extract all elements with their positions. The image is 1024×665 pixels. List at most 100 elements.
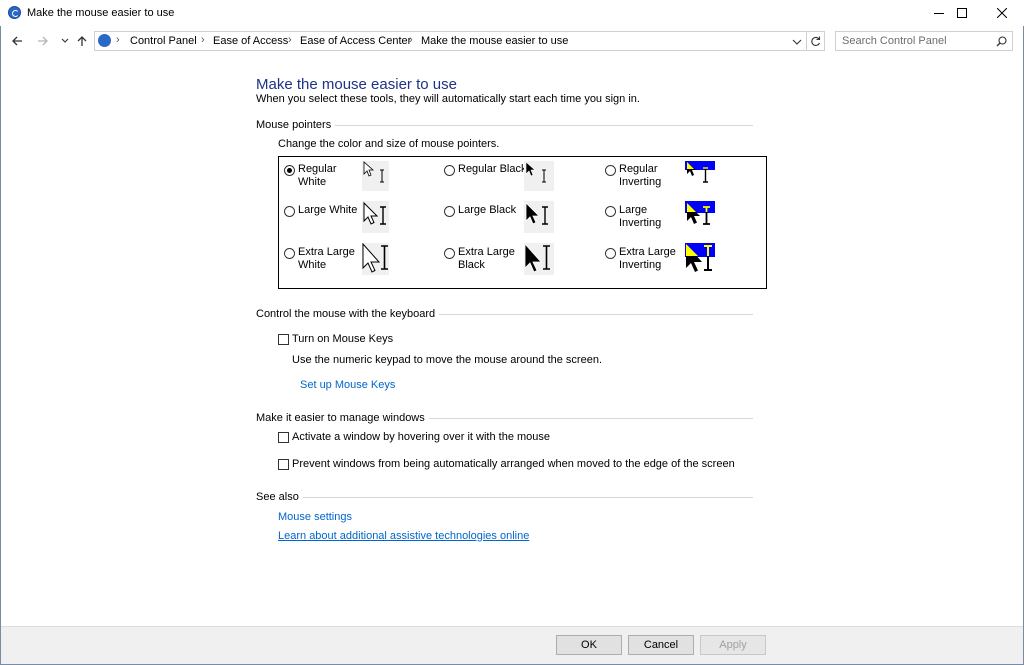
address-dropdown-button[interactable] — [792, 37, 802, 49]
text-cursor-icon — [542, 169, 546, 183]
mouse-keys-label[interactable]: Turn on Mouse Keys — [292, 333, 393, 345]
prevent-snap-label[interactable]: Prevent windows from being automatically… — [292, 458, 735, 470]
keyboard-heading: Control the mouse with the keyboard — [256, 308, 440, 320]
prevent-snap-checkbox[interactable] — [278, 459, 289, 470]
ok-button[interactable]: OK — [556, 635, 622, 655]
address-bar[interactable]: › Control Panel › Ease of Access › Ease … — [94, 31, 807, 51]
text-cursor-icon — [542, 206, 548, 225]
pointer-option-extra-large-black[interactable]: Extra Large Black — [444, 242, 594, 284]
refresh-button[interactable] — [807, 31, 825, 51]
breadcrumb-separator-icon: › — [116, 34, 120, 46]
hover-activate-label[interactable]: Activate a window by hovering over it wi… — [292, 431, 550, 443]
title-bar[interactable]: Make the mouse easier to use — [0, 0, 1024, 26]
pointer-scheme-group: Regular White Regular Black Regular Inve… — [278, 156, 767, 289]
refresh-icon — [811, 36, 821, 46]
option-label: Inverting — [619, 217, 662, 229]
text-cursor-icon — [380, 206, 386, 225]
extra-large-black-pointer-preview — [524, 242, 554, 275]
breadcrumb-separator-icon: › — [288, 34, 292, 46]
maximize-icon — [957, 8, 967, 18]
mouse-pointers-description: Change the color and size of mouse point… — [278, 138, 500, 150]
option-label: Extra Large — [458, 246, 515, 258]
text-cursor-icon — [380, 169, 384, 183]
cancel-button[interactable]: Cancel — [628, 635, 694, 655]
recent-locations-button[interactable] — [57, 33, 73, 49]
chevron-down-icon — [61, 38, 69, 43]
mouse-settings-link[interactable]: Mouse settings — [278, 511, 352, 523]
pointer-option-large-white[interactable]: Large White — [284, 201, 434, 242]
close-icon — [997, 8, 1007, 18]
text-cursor-icon — [543, 245, 550, 270]
arrow-cursor-icon — [525, 202, 540, 225]
large-white-pointer-preview — [362, 201, 389, 233]
hover-activate-checkbox[interactable] — [278, 432, 289, 443]
option-label: Inverting — [619, 259, 662, 271]
mouse-pointers-heading: Mouse pointers — [256, 119, 336, 131]
option-label: White — [298, 176, 327, 188]
breadcrumb-separator-icon: › — [409, 34, 413, 46]
close-button[interactable] — [979, 0, 1024, 26]
radio-large-white[interactable] — [284, 206, 295, 217]
pointer-option-extra-large-inverting[interactable]: Extra Large Inverting — [605, 243, 755, 284]
regular-inverting-pointer-preview — [685, 161, 715, 191]
option-label: Extra Large — [619, 246, 676, 258]
setup-mouse-keys-link[interactable]: Set up Mouse Keys — [300, 379, 395, 391]
breadcrumb-separator-icon: › — [201, 34, 205, 46]
radio-large-inverting[interactable] — [605, 206, 616, 217]
option-label: Black — [458, 259, 485, 271]
extra-large-inverting-pointer-preview — [685, 243, 715, 275]
mouse-keys-checkbox[interactable] — [278, 334, 289, 345]
breadcrumb-ease-of-access[interactable]: Ease of Access — [213, 35, 288, 47]
option-label: Regular — [619, 163, 658, 175]
apply-button[interactable]: Apply — [700, 635, 766, 655]
arrow-up-icon — [77, 36, 87, 46]
radio-extra-large-white[interactable] — [284, 248, 295, 259]
radio-extra-large-inverting[interactable] — [605, 248, 616, 259]
search-box[interactable] — [835, 31, 1013, 51]
arrow-left-icon — [12, 36, 22, 46]
assistive-technologies-link[interactable]: Learn about additional assistive technol… — [278, 530, 529, 542]
window-title: Make the mouse easier to use — [27, 7, 175, 19]
page-subtitle: When you select these tools, they will a… — [256, 93, 640, 105]
radio-large-black[interactable] — [444, 206, 455, 217]
arrow-cursor-icon — [524, 242, 542, 273]
option-label: White — [298, 259, 327, 271]
breadcrumb-ease-of-access-center[interactable]: Ease of Access Center — [300, 35, 411, 47]
option-label: Extra Large — [298, 246, 355, 258]
arrow-cursor-icon — [363, 201, 379, 225]
radio-extra-large-black[interactable] — [444, 248, 455, 259]
regular-white-pointer-preview — [362, 161, 389, 191]
ease-of-access-icon — [8, 6, 21, 19]
option-label: Regular — [298, 163, 337, 175]
regular-black-pointer-preview — [524, 161, 554, 191]
breadcrumb-current-page[interactable]: Make the mouse easier to use — [421, 35, 568, 47]
pointer-option-extra-large-white[interactable]: Extra Large White — [284, 242, 434, 284]
search-input[interactable] — [842, 34, 992, 48]
dialog-footer — [1, 626, 1023, 664]
pointer-option-large-black[interactable]: Large Black — [444, 201, 594, 242]
text-cursor-icon — [703, 167, 708, 183]
arrow-right-icon — [38, 36, 48, 46]
breadcrumb-control-panel[interactable]: Control Panel — [130, 35, 197, 47]
arrow-cursor-icon — [525, 161, 536, 177]
pointer-option-large-inverting[interactable]: Large Inverting — [605, 201, 755, 242]
up-button[interactable] — [74, 33, 90, 49]
radio-regular-black[interactable] — [444, 165, 455, 176]
pointer-option-regular-white[interactable]: Regular White — [284, 161, 434, 201]
section-divider — [256, 497, 753, 498]
chevron-down-icon — [792, 39, 802, 45]
manage-windows-heading: Make it easier to manage windows — [256, 412, 429, 424]
option-label: Large White — [298, 204, 358, 216]
back-button[interactable] — [9, 33, 25, 49]
option-label: Regular Black — [458, 163, 527, 175]
large-black-pointer-preview — [524, 201, 554, 233]
pointer-option-regular-black[interactable]: Regular Black — [444, 161, 594, 201]
radio-regular-white[interactable] — [284, 165, 295, 176]
option-label: Large Black — [458, 204, 517, 216]
search-icon[interactable] — [996, 36, 1007, 50]
pointer-option-regular-inverting[interactable]: Regular Inverting — [605, 161, 755, 201]
radio-regular-inverting[interactable] — [605, 165, 616, 176]
forward-button[interactable] — [35, 33, 51, 49]
arrow-cursor-icon — [362, 242, 381, 273]
mouse-keys-description: Use the numeric keypad to move the mouse… — [292, 354, 603, 366]
